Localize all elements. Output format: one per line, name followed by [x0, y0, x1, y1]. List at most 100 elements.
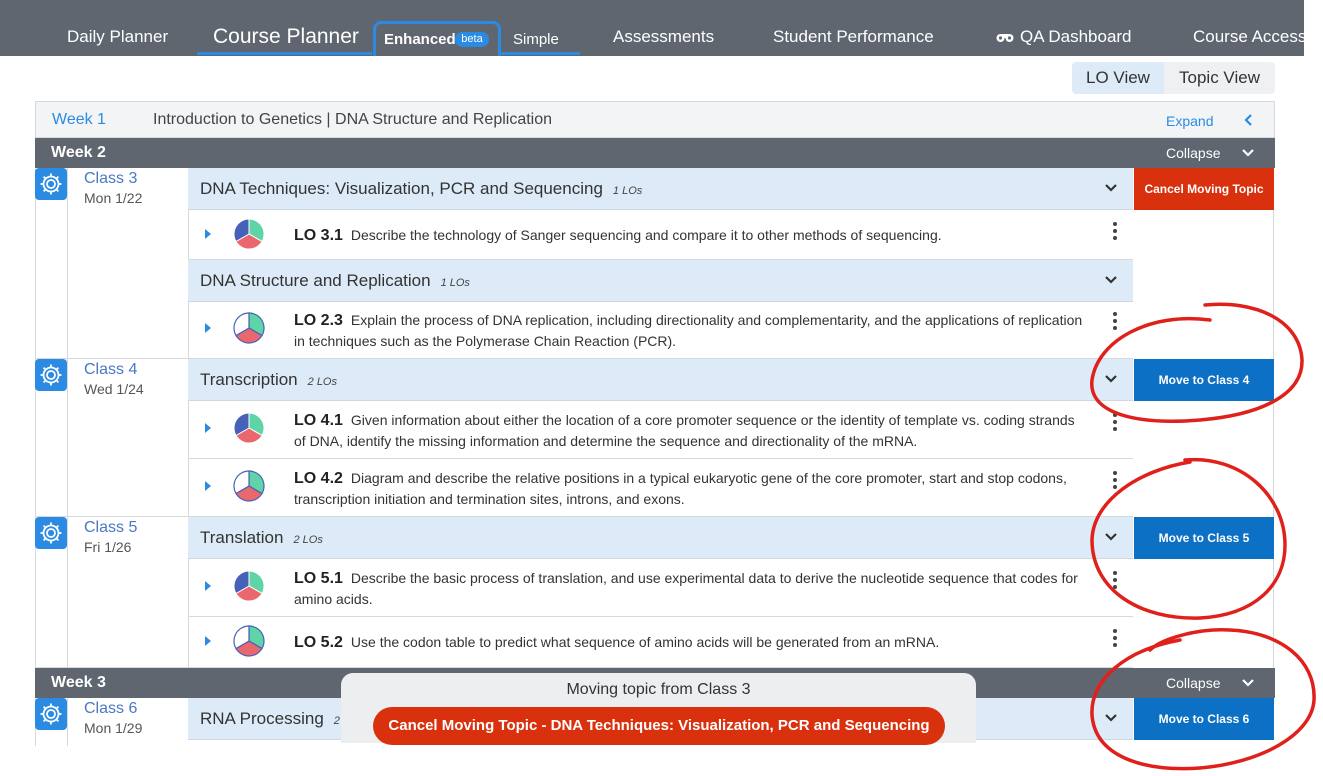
- lo-row[interactable]: LO 3.1 Describe the technology of Sanger …: [188, 210, 1133, 260]
- chevron-down-icon[interactable]: [1104, 274, 1118, 286]
- class-5-settings-button[interactable]: [35, 517, 67, 549]
- course-planner-active-indicator: [197, 52, 372, 55]
- topic-lo-count: 2 LOs: [293, 534, 323, 546]
- week-3-collapse-button[interactable]: Collapse: [1166, 675, 1220, 691]
- week-2-bar: Week 2 Collapse: [35, 138, 1275, 168]
- cancel-moving-topic-popup-button[interactable]: Cancel Moving Topic - DNA Techniques: Vi…: [373, 707, 945, 745]
- chevron-down-icon[interactable]: [1241, 147, 1255, 159]
- nav-daily-planner[interactable]: Daily Planner: [67, 27, 168, 47]
- week-2-label: Week 2: [51, 144, 106, 161]
- chevron-down-icon[interactable]: [1241, 677, 1255, 689]
- topic-title-text: RNA Processing: [200, 709, 324, 728]
- lo-description: LO 3.1 Describe the technology of Sanger …: [294, 225, 1084, 246]
- topic-row[interactable]: Transcription 2 LOs: [188, 359, 1133, 401]
- topic-lo-count: 1 LOs: [440, 277, 470, 289]
- nav-student-performance[interactable]: Student Performance: [773, 27, 934, 47]
- lo-text: Given information about either the locat…: [294, 412, 1075, 449]
- lo-id: LO 4.2: [294, 470, 343, 487]
- pie-chart-icon: [233, 312, 265, 344]
- table-right-border: [1273, 168, 1274, 668]
- nav-assessments[interactable]: Assessments: [613, 27, 714, 47]
- topic-title: Translation 2 LOs: [200, 528, 323, 548]
- topic-view-button[interactable]: Topic View: [1164, 62, 1275, 94]
- lo-row[interactable]: LO 2.3 Explain the process of DNA replica…: [188, 302, 1133, 359]
- more-options-icon[interactable]: [1113, 629, 1117, 649]
- expand-arrow-icon[interactable]: [205, 423, 211, 433]
- gear-icon: [40, 703, 62, 725]
- pie-chart-icon: [233, 470, 265, 502]
- class-4-date: Wed 1/24: [84, 381, 144, 397]
- week-1-label[interactable]: Week 1: [52, 111, 106, 129]
- lo-row[interactable]: LO 5.2 Use the codon table to predict wha…: [188, 617, 1133, 668]
- topic-title-text: Translation: [200, 528, 284, 547]
- week-1-row: Week 1 Introduction to Genetics | DNA St…: [35, 101, 1275, 138]
- gear-icon: [40, 173, 62, 195]
- topic-row[interactable]: DNA Structure and Replication 1 LOs: [188, 260, 1133, 302]
- nav-course-planner[interactable]: Course Planner: [213, 25, 359, 49]
- lo-view-button[interactable]: LO View: [1072, 62, 1164, 94]
- moving-topic-message: Moving topic from Class 3: [566, 681, 751, 698]
- class-divider: [67, 168, 68, 668]
- lo-text: Describe the basic process of translatio…: [294, 570, 1078, 607]
- pie-chart-icon: [233, 218, 265, 250]
- lo-row[interactable]: LO 4.2 Diagram and describe the relative …: [188, 459, 1133, 517]
- tab-enhanced-label[interactable]: Enhanced: [384, 31, 456, 48]
- lo-id: LO 2.3: [294, 312, 343, 329]
- chevron-down-icon[interactable]: [1104, 712, 1118, 724]
- lo-row[interactable]: LO 5.1 Describe the basic process of tran…: [188, 559, 1133, 617]
- lo-text: Diagram and describe the relative positi…: [294, 470, 1067, 507]
- topic-row[interactable]: DNA Techniques: Visualization, PCR and S…: [188, 168, 1133, 210]
- week-2-collapse-button[interactable]: Collapse: [1166, 145, 1220, 161]
- class-divider: [67, 698, 68, 746]
- lo-id: LO 5.1: [294, 570, 343, 587]
- move-to-class-5-button[interactable]: Move to Class 5: [1134, 517, 1274, 559]
- more-options-icon[interactable]: [1113, 312, 1117, 332]
- course-planner-app: Daily Planner Course Planner Enhanced be…: [0, 0, 1323, 776]
- move-to-class-6-button[interactable]: Move to Class 6: [1134, 698, 1274, 740]
- lo-text: Explain the process of DNA replication, …: [294, 312, 1083, 349]
- pie-chart-icon: [233, 625, 265, 657]
- expand-arrow-icon[interactable]: [205, 481, 211, 491]
- more-options-icon[interactable]: [1113, 222, 1117, 242]
- cancel-moving-topic-button[interactable]: Cancel Moving Topic: [1134, 168, 1274, 210]
- chevron-left-icon[interactable]: [1242, 113, 1256, 127]
- expand-arrow-icon[interactable]: [205, 636, 211, 646]
- tab-simple[interactable]: Simple: [513, 31, 559, 48]
- more-options-icon[interactable]: [1113, 413, 1117, 433]
- class-3-settings-button[interactable]: [35, 168, 67, 200]
- chevron-down-icon[interactable]: [1104, 182, 1118, 194]
- topic-title: Transcription 2 LOs: [200, 370, 337, 390]
- lo-description: LO 2.3 Explain the process of DNA replica…: [294, 310, 1084, 351]
- expand-link[interactable]: Expand: [1166, 113, 1213, 129]
- more-options-icon[interactable]: [1113, 571, 1117, 591]
- lo-row[interactable]: LO 4.1 Given information about either the…: [188, 401, 1133, 459]
- week-1-title: Introduction to Genetics | DNA Structure…: [153, 111, 553, 128]
- nav-course-access[interactable]: Course Access: [1193, 27, 1306, 47]
- more-options-icon[interactable]: [1113, 471, 1117, 491]
- lo-text: Use the codon table to predict what sequ…: [350, 634, 940, 650]
- lo-text: Describe the technology of Sanger sequen…: [350, 227, 942, 243]
- nav-qa-dashboard[interactable]: QA Dashboard: [1020, 27, 1132, 47]
- chevron-down-icon[interactable]: [1104, 373, 1118, 385]
- class-6-settings-button[interactable]: [35, 698, 67, 730]
- expand-arrow-icon[interactable]: [205, 229, 211, 239]
- move-to-class-4-button[interactable]: Move to Class 4: [1134, 359, 1274, 401]
- class-5-name[interactable]: Class 5: [84, 519, 137, 537]
- topic-lo-count: 1 LOs: [612, 185, 643, 197]
- simple-tab-indicator: [500, 52, 580, 55]
- chevron-down-icon[interactable]: [1104, 531, 1118, 543]
- lo-id: LO 4.1: [294, 412, 343, 429]
- topic-row[interactable]: Translation 2 LOs: [188, 517, 1133, 559]
- class-5-date: Fri 1/26: [84, 539, 132, 555]
- expand-arrow-icon[interactable]: [205, 581, 211, 591]
- class-6-name[interactable]: Class 6: [84, 700, 137, 718]
- pie-chart-icon: [233, 412, 265, 444]
- expand-arrow-icon[interactable]: [205, 323, 211, 333]
- class-4-name[interactable]: Class 4: [84, 361, 137, 379]
- lo-description: LO 5.1 Describe the basic process of tran…: [294, 568, 1084, 609]
- class-4-settings-button[interactable]: [35, 359, 67, 391]
- topic-title: DNA Techniques: Visualization, PCR and S…: [200, 179, 642, 199]
- gear-icon: [40, 522, 62, 544]
- class-3-name[interactable]: Class 3: [84, 170, 137, 188]
- topic-title: DNA Structure and Replication 1 LOs: [200, 271, 470, 291]
